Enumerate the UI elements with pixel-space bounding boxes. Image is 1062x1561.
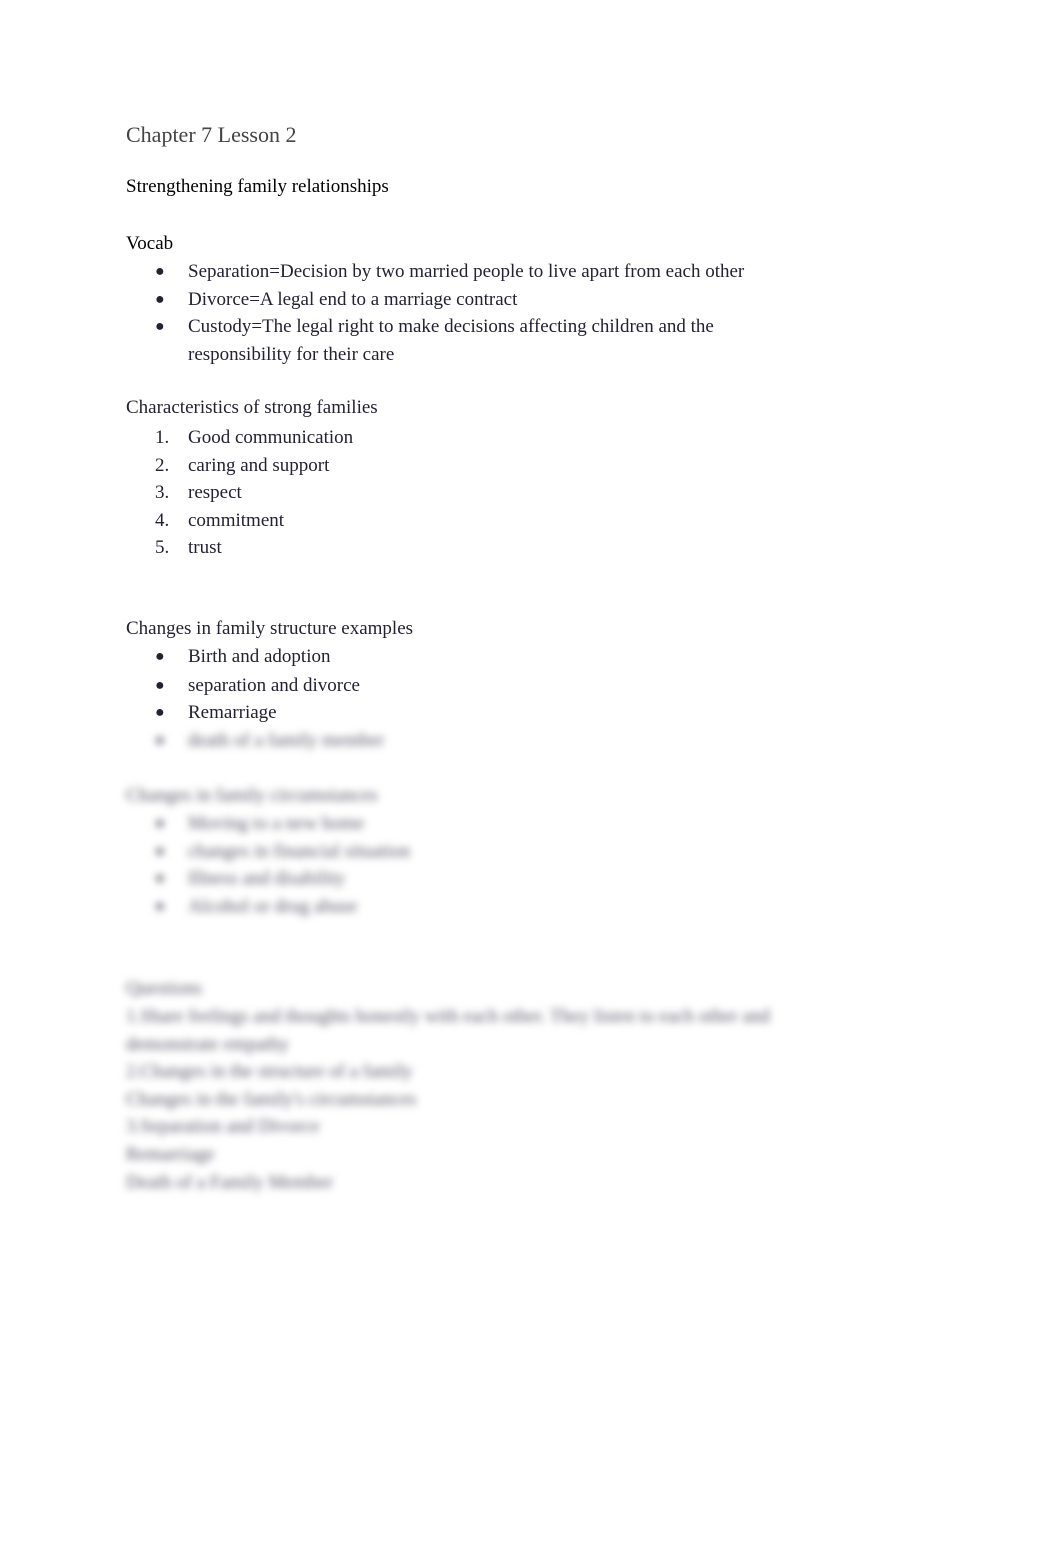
- list-item-blurred: ● death of a family member: [126, 727, 848, 755]
- list-item: 3. respect: [155, 482, 242, 504]
- questions-heading: Questions: [126, 978, 202, 999]
- circumstance-changes-heading: Changes in family circumstances: [126, 785, 378, 806]
- characteristics-list: 1. Good communication 2. caring and suppor…: [126, 424, 848, 562]
- question-line: 3.Separation and Divorce: [126, 1116, 320, 1138]
- list-item: ● changes in financial situation: [126, 838, 848, 866]
- document-subtitle: Strengthening family relationships: [126, 176, 389, 197]
- bullet-icon: ●: [155, 842, 165, 860]
- list-item: ● Custody=The legal right to make decisio…: [126, 313, 788, 368]
- list-item: ● Divorce=A legal end to a marriage contr…: [126, 286, 848, 314]
- list-item: ● Remarriage: [126, 699, 848, 727]
- list-item: 2. caring and support: [155, 454, 330, 476]
- bullet-icon: ●: [155, 897, 165, 915]
- questions-lines: 1.Share feelings and thoughts honestly w…: [126, 1003, 846, 1196]
- bullet-icon: ●: [155, 648, 165, 665]
- bullet-icon: ●: [155, 263, 165, 280]
- list-item: 5. trust: [155, 537, 222, 559]
- circumstance-changes-list: ● Moving to a new home ● changes in financ…: [126, 810, 848, 920]
- list-item: ● Illness and disability: [126, 865, 848, 893]
- bullet-icon: ●: [155, 318, 165, 336]
- vocab-list: ● Separation=Decision by two married peop…: [126, 258, 848, 368]
- bullet-icon: ●: [155, 676, 165, 694]
- question-line: Death of a Family Member: [126, 1171, 333, 1193]
- structure-changes-heading: Changes in family structure examples: [126, 618, 414, 639]
- bullet-icon: ●: [155, 731, 165, 749]
- list-item: 1. Good communication: [155, 427, 354, 448]
- list-item: ● separation and divorce: [126, 672, 848, 700]
- question-line: 1.Share feelings and thoughts honestly w…: [126, 1006, 770, 1055]
- characteristics-heading: Characteristics of strong families: [126, 397, 378, 418]
- bullet-icon: ●: [155, 290, 165, 308]
- list-item: ● Moving to a new home: [126, 810, 848, 838]
- question-line: Changes in the family's circumstances: [126, 1088, 417, 1110]
- list-item: ● Alcohol or drug abuse: [126, 893, 848, 921]
- bullet-icon: ●: [155, 704, 165, 722]
- bullet-icon: ●: [155, 815, 165, 832]
- bullet-icon: ●: [155, 870, 165, 888]
- list-item: 4. commitment: [155, 509, 285, 531]
- vocab-heading: Vocab: [126, 233, 174, 254]
- list-item: ● Separation=Decision by two married peop…: [126, 258, 848, 286]
- question-line: 2.Changes in the structure of a family: [126, 1061, 413, 1083]
- structure-changes-list: ● Birth and adoption ● separation and divo…: [126, 643, 848, 754]
- list-item: ● Birth and adoption: [126, 643, 848, 671]
- question-line: Remarriage: [126, 1143, 215, 1165]
- document-title: Chapter 7 Lesson 2: [126, 122, 297, 147]
